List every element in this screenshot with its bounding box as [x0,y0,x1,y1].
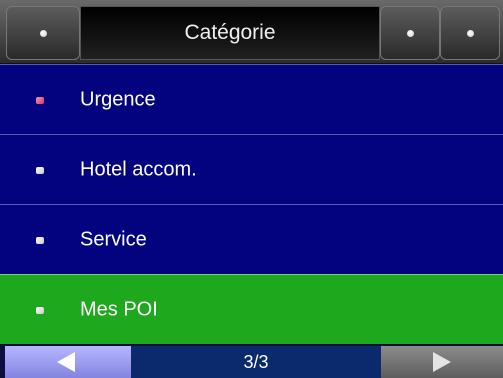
page-indicator-text: 3/3 [243,351,269,372]
page-title: Catégorie [184,21,276,44]
category-bullet-icon [36,166,44,174]
previous-page-button[interactable] [5,346,131,378]
list-item-hotel-accom[interactable]: Hotel accom. [0,134,503,204]
option-b-button[interactable] [440,6,500,60]
page-indicator: 3/3 [131,346,381,378]
category-bullet-icon [36,306,44,314]
category-list: Urgence Hotel accom. Service Mes POI [0,64,503,344]
list-item-label: Service [80,228,147,250]
arrow-left-icon [57,352,75,372]
pagination-bar: 3/3 [0,346,503,378]
list-item-urgence[interactable]: Urgence [0,64,503,134]
category-screen: Catégorie Urgence Hotel accom. Service M… [0,0,503,378]
back-button[interactable] [6,6,80,60]
category-bullet-icon [36,236,44,244]
list-item-mes-poi[interactable]: Mes POI [0,274,503,344]
option-a-dot-icon [407,30,414,37]
list-item-label: Mes POI [80,298,158,320]
next-page-button[interactable] [381,346,503,378]
header-bar: Catégorie [0,0,503,64]
option-a-button[interactable] [380,6,440,60]
list-item-label: Urgence [80,88,156,110]
list-item-label: Hotel accom. [80,158,197,180]
title-area: Catégorie [80,6,380,60]
list-item-service[interactable]: Service [0,204,503,274]
category-bullet-icon [36,96,44,104]
option-b-dot-icon [467,30,474,37]
back-dot-icon [40,30,47,37]
arrow-right-icon [433,352,451,372]
